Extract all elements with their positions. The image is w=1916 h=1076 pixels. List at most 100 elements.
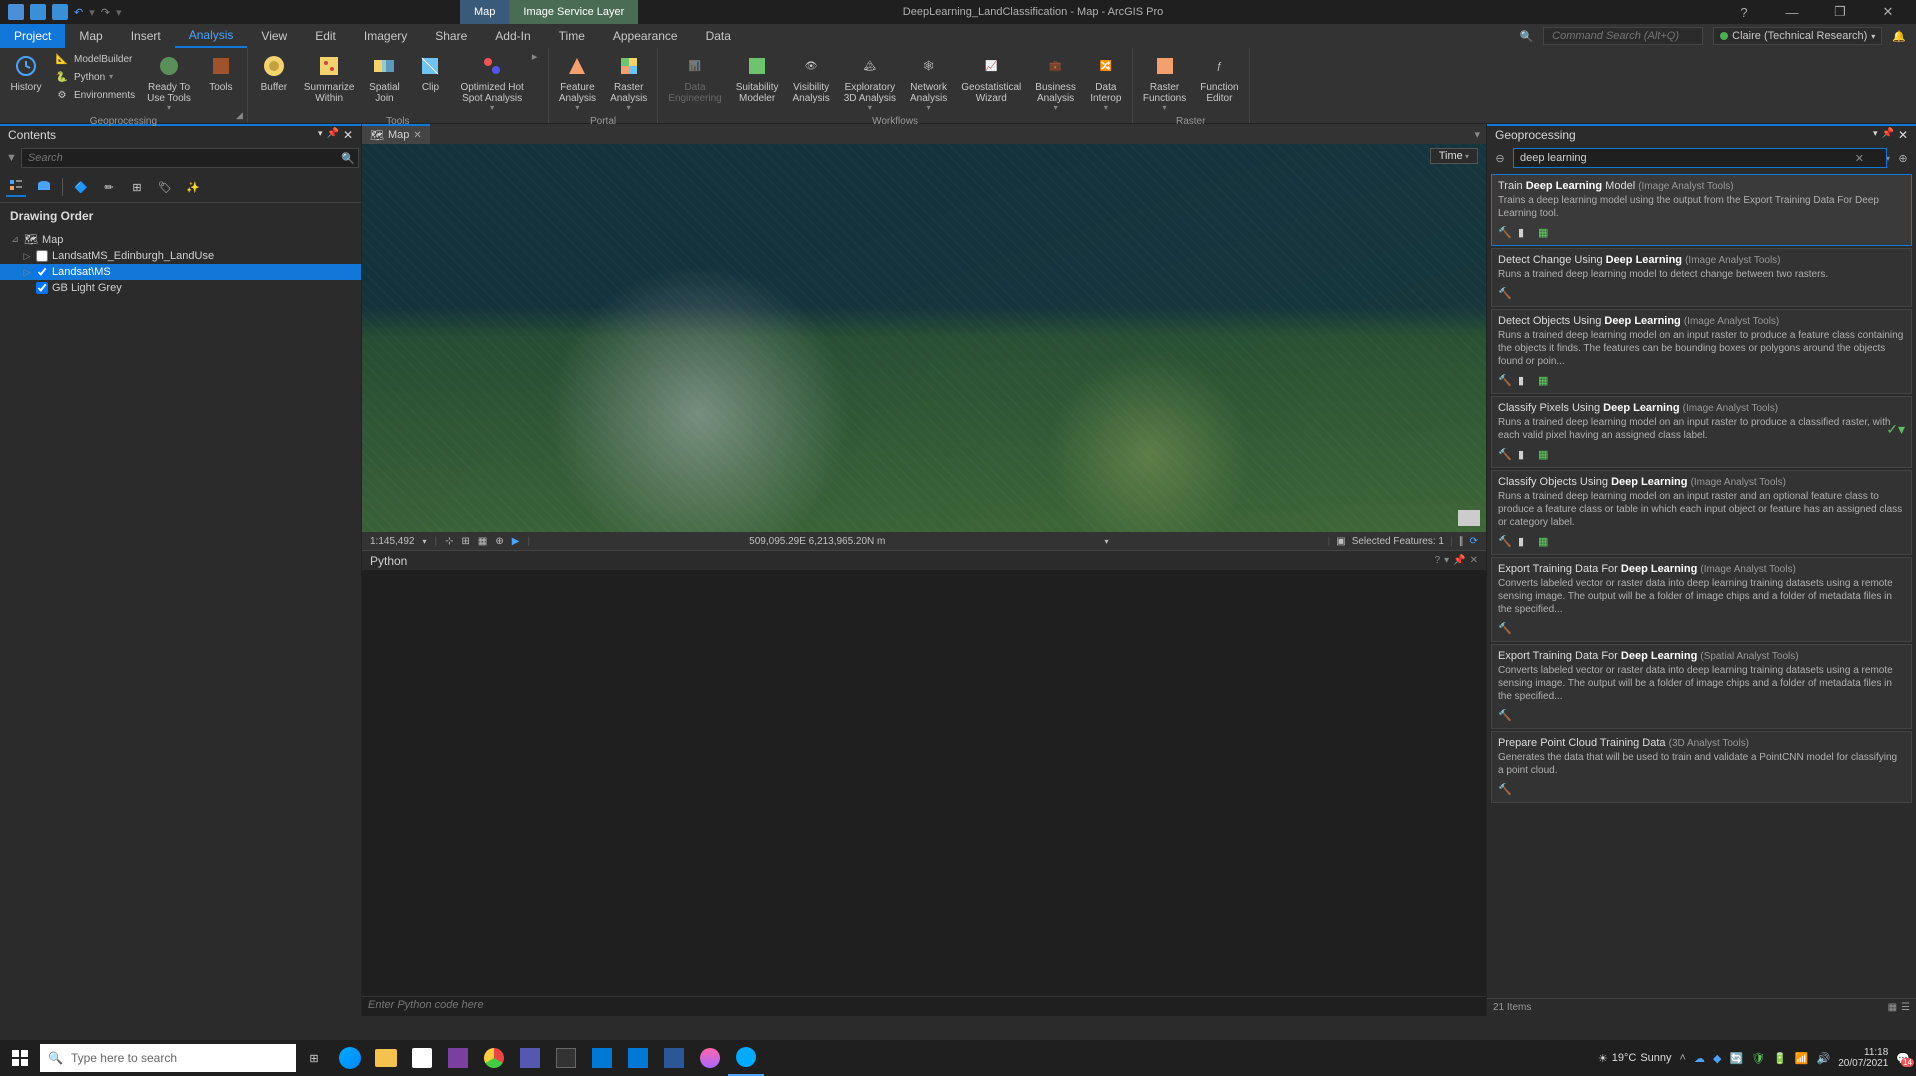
list-by-labeling-icon[interactable]: 🏷 (155, 177, 175, 197)
action-center-icon[interactable]: 💬14 (1896, 1052, 1910, 1065)
list-by-snapping-icon[interactable]: ⊞ (127, 177, 147, 197)
tray-app-icon[interactable]: ◆ (1713, 1052, 1721, 1065)
gp-view-list-icon[interactable]: ☰ (1901, 1002, 1910, 1013)
onenote-icon[interactable] (440, 1040, 476, 1076)
dialog-launcher-icon[interactable]: ◢ (236, 110, 243, 121)
function-editor-button[interactable]: ƒFunction Editor (1194, 50, 1244, 106)
qat-redo-icon[interactable]: ↷ (101, 6, 110, 19)
gp-autohide-icon[interactable]: 📌 (1881, 128, 1893, 142)
status-icon[interactable]: ▶ (512, 536, 520, 547)
tab-view[interactable]: View (247, 24, 301, 48)
data-interop-button[interactable]: 🔀Data Interop (1084, 50, 1128, 115)
clip-button[interactable]: Clip (408, 50, 452, 95)
spatial-join-button[interactable]: Spatial Join (362, 50, 406, 106)
qat-new-icon[interactable] (30, 4, 46, 20)
network-analysis-button[interactable]: 🕸Network Analysis (904, 50, 953, 115)
tab-share[interactable]: Share (421, 24, 481, 48)
buffer-button[interactable]: Buffer (252, 50, 296, 95)
status-icon[interactable]: ▦ (478, 536, 487, 547)
tab-imagery[interactable]: Imagery (350, 24, 421, 48)
environments-button[interactable]: ⚙Environments (50, 86, 139, 104)
teams-icon[interactable] (512, 1040, 548, 1076)
word-icon[interactable] (656, 1040, 692, 1076)
help-button[interactable]: ? (1726, 0, 1762, 24)
pause-icon[interactable]: ∥ (1459, 536, 1464, 547)
close-button[interactable]: ✕ (1870, 0, 1906, 24)
ready-to-use-button[interactable]: Ready To Use Tools (141, 50, 197, 115)
geostatistical-wizard-button[interactable]: 📈Geostatistical Wizard (955, 50, 1027, 106)
tray-battery-icon[interactable]: 🔋 (1773, 1052, 1787, 1065)
gp-add-button[interactable]: ⊕ (1894, 152, 1912, 165)
notifications-icon[interactable]: 🔔 (1892, 30, 1906, 43)
tab-appearance[interactable]: Appearance (599, 24, 692, 48)
task-view-icon[interactable]: ⊞ (296, 1040, 332, 1076)
gp-tool-item[interactable]: Detect Objects Using Deep Learning (Imag… (1491, 309, 1912, 394)
raster-functions-button[interactable]: Raster Functions (1137, 50, 1192, 115)
tab-analysis[interactable]: Analysis (175, 24, 248, 48)
tray-app-icon[interactable]: 🔄 (1729, 1052, 1743, 1065)
gp-clear-icon[interactable]: ✕ (1855, 152, 1864, 165)
python-menu-icon[interactable]: ▾ (1444, 555, 1449, 566)
gp-tool-item[interactable]: Prepare Point Cloud Training Data (3D An… (1491, 731, 1912, 803)
contents-search-input[interactable] (21, 148, 359, 168)
time-slider-button[interactable]: Time (1430, 148, 1478, 164)
gp-tool-item[interactable]: Export Training Data For Deep Learning (… (1491, 644, 1912, 729)
user-menu[interactable]: Claire (Technical Research) ▾ (1713, 27, 1882, 45)
tools-button[interactable]: Tools (199, 50, 243, 95)
list-by-selection-icon[interactable]: 🔷 (71, 177, 91, 197)
chrome-icon[interactable] (476, 1040, 512, 1076)
context-tab-map[interactable]: Map (460, 0, 509, 24)
map-view-tab[interactable]: 🗺 Map ✕ (362, 124, 430, 144)
explorer-icon[interactable] (368, 1040, 404, 1076)
search-icon[interactable]: 🔍 (341, 152, 355, 165)
map-canvas[interactable]: Time (362, 144, 1486, 532)
summarize-within-button[interactable]: Summarize Within (298, 50, 361, 106)
context-tab-image-service[interactable]: Image Service Layer (509, 0, 638, 24)
gp-tool-item[interactable]: Classify Pixels Using Deep Learning (Ima… (1491, 396, 1912, 468)
gp-view-grid-icon[interactable]: ▦ (1888, 1002, 1897, 1013)
contents-close-icon[interactable]: ✕ (343, 128, 353, 142)
tray-security-icon[interactable]: 🛡 (1751, 1052, 1765, 1065)
store-icon[interactable] (404, 1040, 440, 1076)
tab-insert[interactable]: Insert (117, 24, 175, 48)
tab-addin[interactable]: Add-In (481, 24, 544, 48)
gp-menu-icon[interactable]: ▾ (1873, 128, 1878, 142)
modelbuilder-button[interactable]: 📐ModelBuilder (50, 50, 139, 68)
raster-analysis-button[interactable]: Raster Analysis (604, 50, 653, 115)
suitability-modeler-button[interactable]: Suitability Modeler (730, 50, 785, 106)
gp-tool-item[interactable]: Detect Change Using Deep Learning (Image… (1491, 248, 1912, 307)
list-by-perf-icon[interactable]: ✨ (183, 177, 203, 197)
contents-menu-icon[interactable]: ▾ (318, 128, 323, 142)
tab-edit[interactable]: Edit (301, 24, 350, 48)
list-by-source-icon[interactable] (34, 177, 54, 197)
toc-map-node[interactable]: ⊿ 🗺 Map (0, 231, 361, 248)
gp-back-button[interactable]: ⊖ (1491, 152, 1509, 165)
gp-tool-item[interactable]: Train Deep Learning Model (Image Analyst… (1491, 174, 1912, 246)
maximize-button[interactable]: ❐ (1822, 0, 1858, 24)
vscode-icon[interactable] (584, 1040, 620, 1076)
tab-data[interactable]: Data (692, 24, 745, 48)
python-help-icon[interactable]: ? (1435, 555, 1441, 566)
app-icon[interactable] (548, 1040, 584, 1076)
tab-time[interactable]: Time (545, 24, 599, 48)
taskbar-clock[interactable]: 11:18 20/07/2021 (1838, 1047, 1888, 1069)
tab-project[interactable]: Project (0, 24, 65, 48)
map-tabs-menu-icon[interactable]: ▾ (1468, 124, 1486, 144)
python-autohide-icon[interactable]: 📌 (1453, 555, 1465, 566)
tray-chevron-icon[interactable]: ˄ (1680, 1052, 1686, 1064)
start-button[interactable] (0, 1040, 40, 1076)
history-button[interactable]: History (4, 50, 48, 95)
feature-analysis-button[interactable]: Feature Analysis (553, 50, 602, 115)
tab-map[interactable]: Map (65, 24, 116, 48)
business-analysis-button[interactable]: 💼Business Analysis (1029, 50, 1082, 115)
list-by-drawing-order-icon[interactable] (6, 177, 26, 197)
taskbar-search[interactable]: 🔍 Type here to search (40, 1044, 296, 1072)
gp-tool-item[interactable]: Export Training Data For Deep Learning (… (1491, 557, 1912, 642)
layer-visibility-checkbox[interactable] (36, 266, 48, 278)
status-icon[interactable]: ⊕ (495, 536, 503, 547)
map-tab-close-icon[interactable]: ✕ (413, 130, 421, 141)
python-input[interactable]: Enter Python code here (362, 996, 1486, 1016)
gp-search-input[interactable] (1513, 148, 1887, 168)
tray-wifi-icon[interactable]: 📶 (1795, 1052, 1809, 1065)
python-button[interactable]: 🐍Python (50, 68, 139, 86)
